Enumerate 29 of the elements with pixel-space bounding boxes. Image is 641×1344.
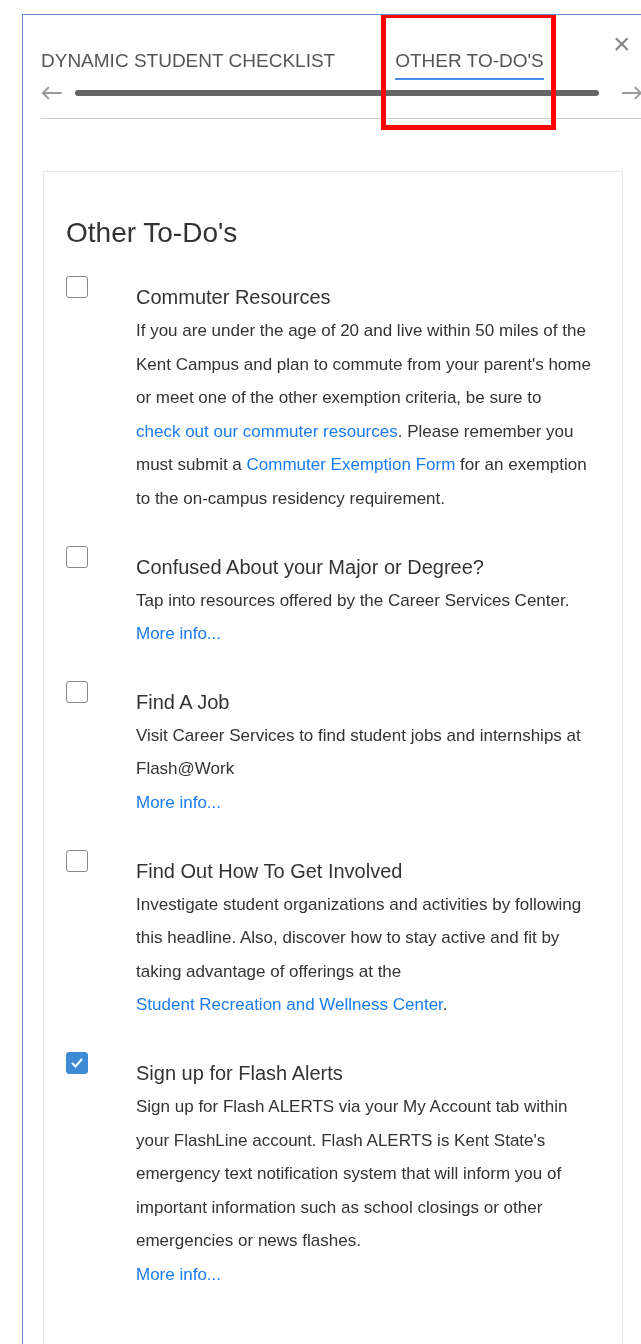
- checkbox[interactable]: [66, 680, 88, 703]
- link[interactable]: Student Recreation and Wellness Center: [136, 995, 443, 1015]
- item-title: Confused About your Major or Degree?: [136, 554, 485, 580]
- item-description: Tap into resources offered by the Career Services Center.: [136, 589, 571, 612]
- right-arrow-icon[interactable]: [621, 85, 641, 100]
- section-heading: Other To-Do's: [66, 216, 239, 250]
- tab[interactable]: DYNAMIC STUDENT CHECKLIST: [41, 47, 336, 78]
- scrollbar-thumb[interactable]: [74, 89, 600, 96]
- item-description: Investigate student organizations and activities by following this headline. Also, discover how to stay active and fit by taking advantage of offerings at the Student Recreation and Wellness Center.: [136, 893, 583, 1017]
- item-title: Find Out How To Get Involved: [136, 858, 404, 884]
- more-info-link[interactable]: More info...: [136, 785, 222, 820]
- item-title: Find A Job: [136, 689, 231, 715]
- item-description: If you are under the age of 20 and live within 50 miles of the Kent Campus and plan to commute from your parent's home or meet one of the other exemption criteria, be sure to check out our commuter resources. Please remember you must submit a Commuter Exemption Form for an exemption to the on-campus residency requirement.: [136, 320, 592, 510]
- tab[interactable]: OTHER TO-DO'S: [395, 47, 544, 80]
- checkbox[interactable]: [66, 1051, 88, 1074]
- close-button[interactable]: ×: [613, 29, 631, 59]
- item-title: Sign up for Flash Alerts: [136, 1060, 344, 1086]
- checkbox[interactable]: [66, 849, 88, 872]
- more-info-link[interactable]: More info...: [136, 617, 222, 651]
- more-info-link[interactable]: More info...: [136, 1257, 222, 1292]
- link[interactable]: check out our commuter resources: [136, 421, 398, 441]
- checkmark-icon: [70, 1056, 84, 1069]
- item-description: Visit Career Services to find student jobs and internships at Flash@Work: [136, 724, 582, 781]
- left-arrow-icon[interactable]: [41, 85, 63, 100]
- checkbox[interactable]: [66, 545, 88, 568]
- item-title: Commuter Resources: [136, 285, 332, 310]
- checkbox[interactable]: [66, 276, 88, 298]
- link[interactable]: Commuter Exemption Form: [246, 455, 456, 475]
- item-description: Sign up for Flash ALERTS via your My Account tab within your FlashLine account. Flash ALERTS is Kent State's emergency text notification system that will inform you of important information such as school closings or other emergencies or news flashes.: [136, 1095, 569, 1253]
